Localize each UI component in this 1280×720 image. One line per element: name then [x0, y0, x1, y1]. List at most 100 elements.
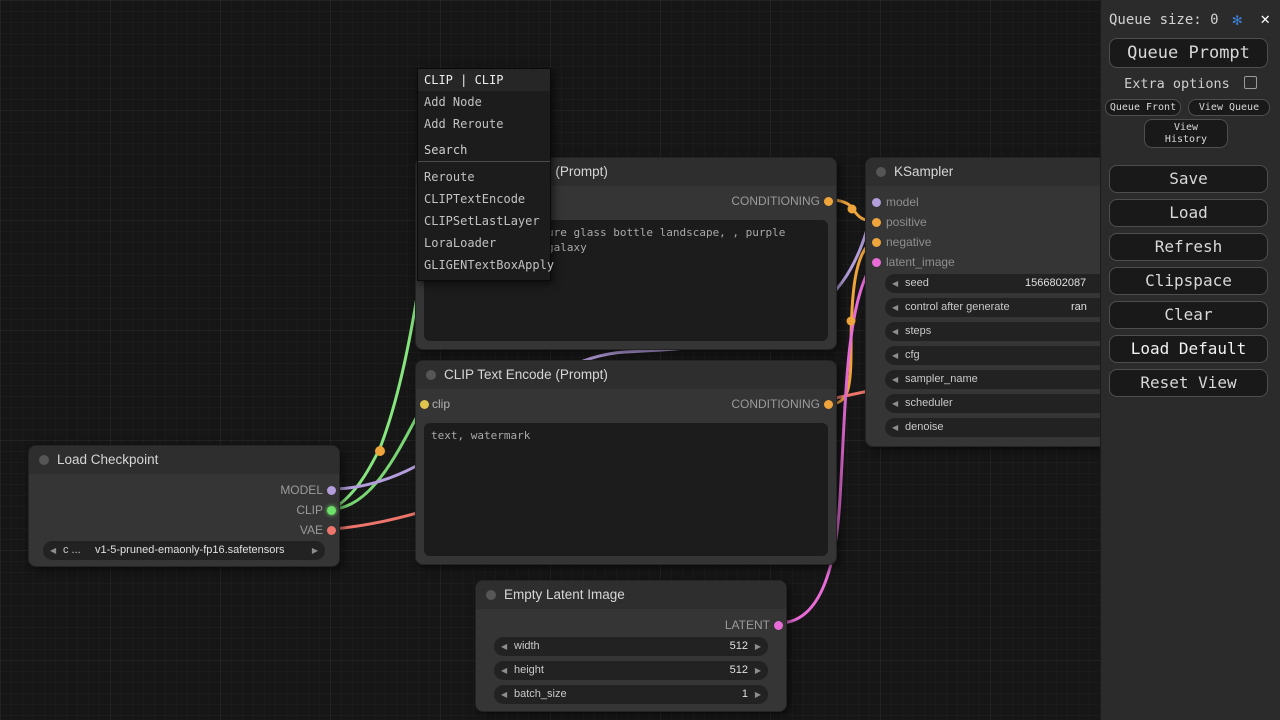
save-button[interactable]: Save — [1109, 165, 1268, 193]
node-title-bar[interactable]: Empty Latent Image — [476, 581, 786, 609]
prompt-textarea[interactable]: text, watermark — [424, 423, 828, 556]
reset-view-button[interactable]: Reset View — [1109, 369, 1268, 397]
widget-value: 1566802087 — [1025, 274, 1086, 293]
collapse-dot-icon[interactable] — [486, 590, 496, 600]
prompt-text: ure glass bottle landscape, , purple gal… — [547, 225, 821, 255]
left-arrow-icon[interactable]: ◀ — [892, 322, 898, 341]
left-arrow-icon[interactable]: ◀ — [501, 661, 507, 680]
collapse-dot-icon[interactable] — [876, 167, 886, 177]
negative-input-slot[interactable] — [872, 238, 881, 247]
input-label: positive — [886, 213, 927, 231]
widget-label: steps — [905, 322, 931, 341]
menu-item-loraloader[interactable]: LoraLoader — [418, 232, 550, 254]
menu-item-reroute[interactable]: Reroute — [418, 166, 550, 188]
left-arrow-icon[interactable]: ◀ — [50, 541, 56, 560]
clipspace-button[interactable]: Clipspace — [1109, 267, 1268, 295]
model-output-slot[interactable] — [327, 486, 336, 495]
clip-output-slot[interactable] — [327, 506, 336, 515]
menu-item-gligentextboxapply[interactable]: GLIGENTextBoxApply — [418, 254, 550, 276]
widget-label: control after generate — [905, 298, 1010, 317]
queue-prompt-button[interactable]: Queue Prompt — [1109, 38, 1268, 68]
input-label: negative — [886, 233, 931, 251]
close-icon[interactable]: ✕ — [1260, 9, 1270, 28]
node-clip-text-encode-negative[interactable]: CLIP Text Encode (Prompt) clip CONDITION… — [415, 360, 837, 565]
left-arrow-icon[interactable]: ◀ — [501, 685, 507, 704]
extra-options-label: Extra options — [1124, 76, 1230, 92]
height-widget[interactable]: ◀ height 512 ▶ — [494, 661, 768, 680]
widget-label: seed — [905, 274, 929, 293]
clear-button[interactable]: Clear — [1109, 301, 1268, 329]
batch-size-widget[interactable]: ◀ batch_size 1 ▶ — [494, 685, 768, 704]
width-widget[interactable]: ◀ width 512 ▶ — [494, 637, 768, 656]
output-row-model: MODEL — [29, 481, 339, 499]
widget-label: scheduler — [905, 394, 953, 413]
collapse-dot-icon[interactable] — [426, 370, 436, 380]
slot-row: clip CONDITIONING — [416, 395, 836, 413]
settings-flower-icon[interactable]: ✻ — [1232, 10, 1242, 29]
latent-output-slot[interactable] — [774, 621, 783, 630]
prompt-text: text, watermark — [431, 429, 530, 442]
left-arrow-icon[interactable]: ◀ — [892, 394, 898, 413]
right-arrow-icon[interactable]: ▶ — [755, 637, 761, 656]
positive-input-slot[interactable] — [872, 218, 881, 227]
menu-item-clipsetlastlayer[interactable]: CLIPSetLastLayer — [418, 210, 550, 232]
clip-input-slot[interactable] — [420, 400, 429, 409]
output-row-clip: CLIP — [29, 501, 339, 519]
left-arrow-icon[interactable]: ◀ — [501, 637, 507, 656]
widget-label: sampler_name — [905, 370, 978, 389]
latent-image-input-slot[interactable] — [872, 258, 881, 267]
link-midpoint-dot — [847, 317, 856, 326]
menu-item-add-reroute[interactable]: Add Reroute — [418, 113, 550, 135]
clip-drag-wire — [333, 272, 421, 509]
view-history-button[interactable]: View History — [1144, 119, 1228, 148]
vae-output-slot[interactable] — [327, 526, 336, 535]
refresh-button[interactable]: Refresh — [1109, 233, 1268, 261]
output-label: LATENT — [725, 616, 770, 634]
node-title: Load Checkpoint — [57, 452, 158, 467]
input-label: model — [886, 193, 919, 211]
node-empty-latent-image[interactable]: Empty Latent Image LATENT ◀ width 512 ▶ … — [475, 580, 787, 712]
model-input-slot[interactable] — [872, 198, 881, 207]
menu-item-search[interactable]: Search — [418, 139, 550, 162]
menu-item-add-node[interactable]: Add Node — [418, 91, 550, 113]
widget-label: batch_size — [514, 685, 567, 704]
widget-label: cfg — [905, 346, 920, 365]
left-arrow-icon[interactable]: ◀ — [892, 418, 898, 437]
menu-item-cliptextencode[interactable]: CLIPTextEncode — [418, 188, 550, 210]
extra-options-row: Extra options — [1101, 76, 1280, 94]
view-queue-button[interactable]: View Queue — [1188, 99, 1270, 116]
node-load-checkpoint[interactable]: Load Checkpoint MODEL CLIP VAE ◀ c ... v… — [28, 445, 340, 567]
node-editor-canvas[interactable]: Load Checkpoint MODEL CLIP VAE ◀ c ... v… — [0, 0, 1280, 720]
load-button[interactable]: Load — [1109, 199, 1268, 227]
node-context-menu: CLIP | CLIP Add Node Add Reroute Search … — [417, 68, 551, 281]
node-title-bar[interactable]: Load Checkpoint — [29, 446, 339, 474]
node-title: Empty Latent Image — [504, 587, 625, 602]
left-arrow-icon[interactable]: ◀ — [892, 346, 898, 365]
output-label: CONDITIONING — [731, 192, 820, 210]
conditioning-output-slot[interactable] — [824, 197, 833, 206]
link-midpoint-dot — [375, 446, 385, 456]
widget-label: c ... — [63, 541, 81, 560]
node-title: KSampler — [894, 164, 953, 179]
conditioning-output-slot[interactable] — [824, 400, 833, 409]
extra-options-checkbox[interactable] — [1244, 76, 1257, 89]
node-title-bar[interactable]: CLIP Text Encode (Prompt) — [416, 361, 836, 389]
right-arrow-icon[interactable]: ▶ — [312, 541, 318, 560]
left-arrow-icon[interactable]: ◀ — [892, 274, 898, 293]
left-arrow-icon[interactable]: ◀ — [892, 298, 898, 317]
context-menu-title: CLIP | CLIP — [418, 69, 550, 91]
output-label: VAE — [300, 521, 323, 539]
right-arrow-icon[interactable]: ▶ — [755, 661, 761, 680]
left-arrow-icon[interactable]: ◀ — [892, 370, 898, 389]
input-label: clip — [432, 395, 450, 413]
widget-label: width — [514, 637, 540, 656]
widget-label: denoise — [905, 418, 944, 437]
queue-front-button[interactable]: Queue Front — [1105, 99, 1181, 116]
right-arrow-icon[interactable]: ▶ — [755, 685, 761, 704]
output-label: CONDITIONING — [731, 395, 820, 413]
collapse-dot-icon[interactable] — [39, 455, 49, 465]
load-default-button[interactable]: Load Default — [1109, 335, 1268, 363]
ckpt-name-widget[interactable]: ◀ c ... v1-5-pruned-emaonly-fp16.safeten… — [43, 541, 325, 560]
widget-value: ran — [1071, 298, 1087, 317]
node-title: CLIP Text Encode (Prompt) — [444, 367, 608, 382]
